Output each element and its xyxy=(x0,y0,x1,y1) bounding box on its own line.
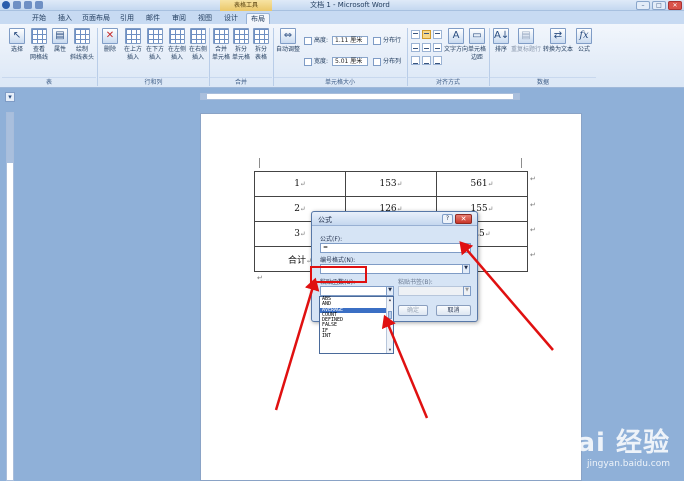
annotation-arrows xyxy=(274,241,554,419)
arrow-to-paste-function xyxy=(274,277,320,411)
arrow-to-formula-input xyxy=(459,241,554,351)
watermark-url: jingyan.baidu.com xyxy=(586,459,670,469)
watermark: Bai 经验 jingyan.baidu.com xyxy=(557,422,670,469)
arrow-to-average xyxy=(381,314,429,419)
watermark-brand: Bai 经验 xyxy=(556,428,670,458)
